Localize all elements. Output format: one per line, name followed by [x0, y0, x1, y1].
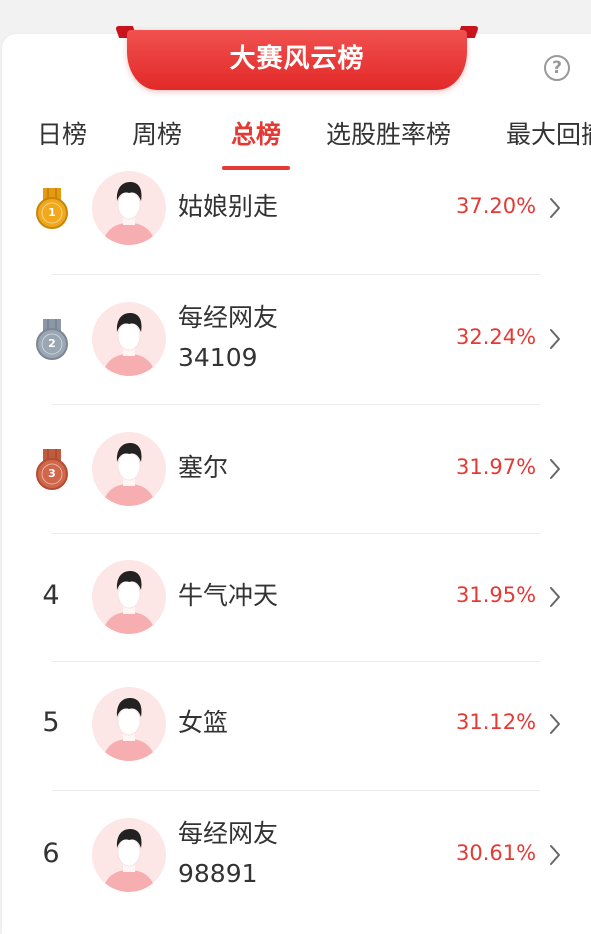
- rank-number: 6: [42, 838, 60, 869]
- return-percentage: 32.24%: [456, 325, 537, 349]
- user-name: 女篮: [178, 708, 229, 737]
- silver-medal-icon: 2: [34, 317, 70, 361]
- return-percentage: 30.61%: [456, 841, 537, 865]
- avatar: [92, 560, 166, 634]
- avatar: [92, 302, 166, 376]
- return-percentage: 37.20%: [456, 194, 537, 218]
- help-icon[interactable]: ?: [544, 55, 570, 81]
- list-item[interactable]: 4 牛气冲天 31.95%: [0, 542, 591, 652]
- page-title: 大赛风云榜: [229, 44, 365, 74]
- avatar: [92, 818, 166, 892]
- user-name: 每经网友: [178, 819, 279, 848]
- row-divider: [52, 533, 540, 534]
- user-name: 牛气冲天: [178, 581, 279, 610]
- ribbon-banner: 大赛风云榜: [127, 30, 467, 90]
- row-divider: [52, 404, 540, 405]
- user-name: 姑娘别走: [178, 192, 279, 221]
- chevron-right-icon[interactable]: [548, 197, 562, 219]
- bronze-medal-icon: 3: [34, 447, 70, 491]
- gold-medal-icon: 1: [34, 186, 70, 230]
- list-item[interactable]: 2 34109 每经网友 32.24%: [0, 284, 591, 394]
- chevron-right-icon[interactable]: [548, 586, 562, 608]
- row-divider: [52, 661, 540, 662]
- return-percentage: 31.95%: [456, 583, 537, 607]
- rank-number: 1: [48, 206, 56, 219]
- user-name: 每经网友: [178, 303, 279, 332]
- row-divider: [52, 790, 540, 791]
- chevron-right-icon[interactable]: [548, 844, 562, 866]
- rank-number: 5: [42, 707, 60, 738]
- row-divider: [52, 274, 540, 275]
- rank-number: 2: [48, 337, 56, 350]
- list-item[interactable]: 5 女篮 31.12%: [0, 669, 591, 779]
- user-name: 塞尔: [178, 453, 229, 482]
- user-name-suffix: 98891: [178, 859, 258, 888]
- list-item[interactable]: 3 塞尔 31.97%: [0, 414, 591, 524]
- title-ribbon: 大赛风云榜: [114, 26, 480, 96]
- avatar: [92, 432, 166, 506]
- list-item[interactable]: 6 98891 每经网友 30.61%: [0, 800, 591, 910]
- rank-number: 3: [48, 467, 56, 480]
- chevron-right-icon[interactable]: [548, 328, 562, 350]
- avatar: [92, 687, 166, 761]
- user-name-suffix: 34109: [178, 343, 258, 372]
- return-percentage: 31.12%: [456, 710, 537, 734]
- rank-number: 4: [42, 580, 60, 611]
- return-percentage: 31.97%: [456, 455, 537, 479]
- list-item[interactable]: 1 姑娘别走 37.20%: [0, 153, 591, 263]
- chevron-right-icon[interactable]: [548, 713, 562, 735]
- chevron-right-icon[interactable]: [548, 458, 562, 480]
- avatar: [92, 171, 166, 245]
